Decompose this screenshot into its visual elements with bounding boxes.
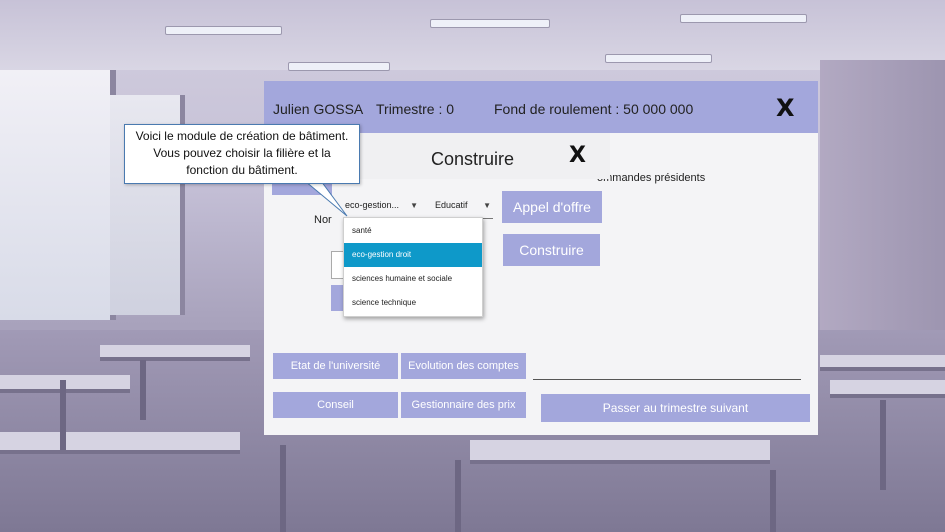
player-name: Julien GOSSA xyxy=(273,101,364,117)
wall xyxy=(820,60,945,350)
dropdown-option[interactable]: santé xyxy=(344,219,482,243)
close-icon[interactable]: X xyxy=(776,94,795,122)
ceiling-lamp xyxy=(680,14,807,23)
nom-label: Nor xyxy=(314,214,332,226)
divider-line xyxy=(533,379,801,380)
chair xyxy=(280,445,286,532)
etat-universite-button[interactable]: Etat de l'université xyxy=(273,353,398,379)
tooltip-text: Voici le module de création de bâtiment.… xyxy=(135,129,349,177)
fonction-value: Educatif xyxy=(435,200,468,210)
dialog-button[interactable] xyxy=(331,285,343,311)
gestionnaire-prix-button[interactable]: Gestionnaire des prix xyxy=(401,392,526,418)
chair xyxy=(455,460,461,532)
desk xyxy=(820,355,945,371)
chair xyxy=(60,380,66,450)
commandes-presidents-label: ommandes présidents xyxy=(597,172,706,184)
desk xyxy=(830,380,945,398)
dropdown-option[interactable]: sciences humaine et sociale xyxy=(344,267,482,291)
ceiling-lamp xyxy=(165,26,282,35)
chevron-down-icon: ▼ xyxy=(483,201,491,210)
chair xyxy=(770,470,776,532)
construire-button[interactable]: Construire xyxy=(503,234,600,266)
ceiling-lamp xyxy=(430,19,550,28)
desk xyxy=(470,440,770,464)
appel-offre-button[interactable]: Appel d'offre xyxy=(502,191,602,223)
dropdown-option-selected[interactable]: eco-gestion droit xyxy=(344,243,482,267)
conseil-button[interactable]: Conseil xyxy=(273,392,398,418)
ceiling xyxy=(0,0,945,70)
trimestre-label: Trimestre : 0 xyxy=(376,101,455,117)
ceiling-lamp xyxy=(605,54,712,63)
chevron-down-icon: ▼ xyxy=(410,201,418,210)
filiere-value: eco-gestion... xyxy=(345,200,400,210)
dropdown-option[interactable]: science technique xyxy=(344,291,482,315)
passer-trimestre-button[interactable]: Passer au trimestre suivant xyxy=(541,394,810,422)
chair xyxy=(140,360,146,420)
chair xyxy=(880,400,886,490)
tutorial-tooltip: Voici le module de création de bâtiment.… xyxy=(124,124,360,184)
desk xyxy=(0,432,240,454)
fond-de-roulement-label: Fond de roulement : 50 000 000 xyxy=(494,101,694,117)
dialog-close-icon[interactable]: X xyxy=(569,143,586,168)
dialog-title: Construire xyxy=(431,149,515,169)
evolution-comptes-button[interactable]: Evolution des comptes xyxy=(401,353,526,379)
window xyxy=(0,70,116,320)
ceiling-lamp xyxy=(288,62,390,71)
filiere-dropdown-list: santé eco-gestion droit sciences humaine… xyxy=(343,217,483,317)
desk xyxy=(100,345,250,361)
